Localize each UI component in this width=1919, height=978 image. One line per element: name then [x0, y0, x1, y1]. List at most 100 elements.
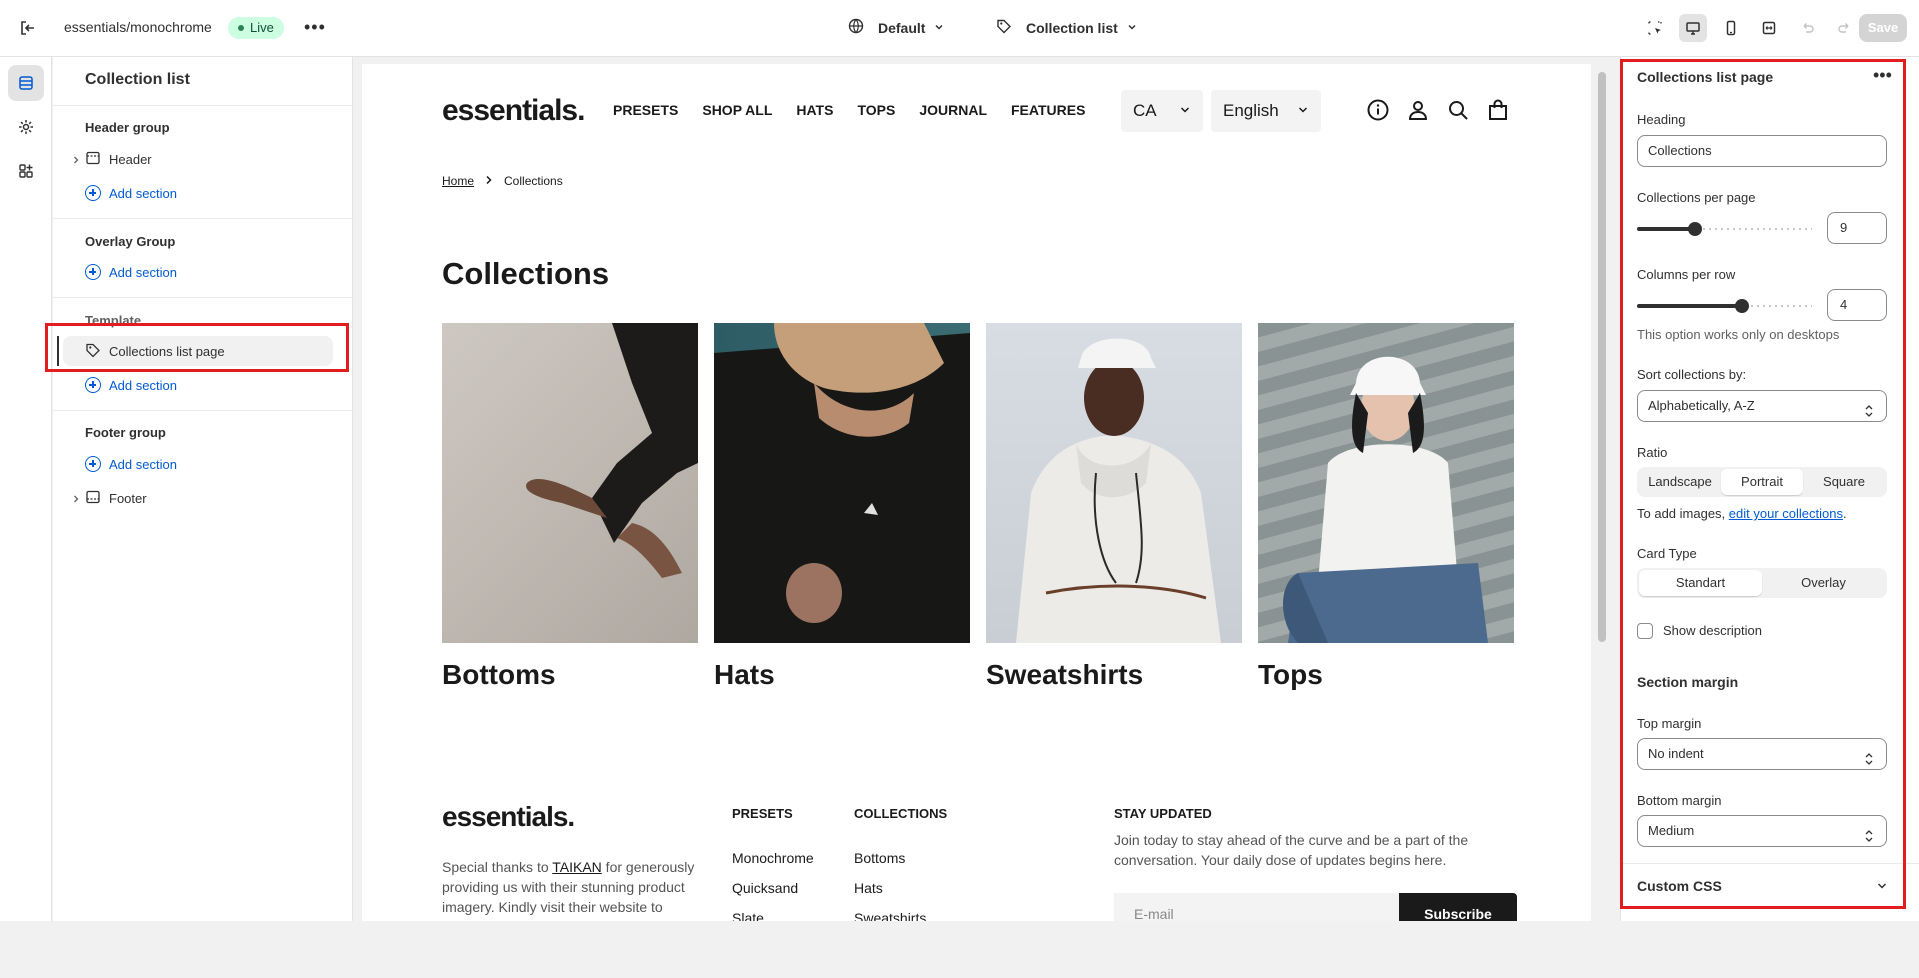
- breadcrumb-home[interactable]: Home: [442, 174, 474, 188]
- divider: [53, 297, 353, 298]
- collection-card[interactable]: Bottoms: [442, 323, 698, 691]
- sidebar-item-header[interactable]: Header: [74, 145, 152, 173]
- chevron-right-icon: [484, 174, 494, 188]
- theme-selector-label: Default: [878, 19, 926, 36]
- template-selector-label: Collection list: [1026, 19, 1118, 36]
- collection-name: Sweatshirts: [986, 659, 1144, 690]
- nav-link[interactable]: FEATURES: [1011, 102, 1085, 118]
- sidebar-item-label: Header: [109, 151, 152, 167]
- chevron-down-icon: [1126, 20, 1138, 36]
- breadcrumb-current: Collections: [504, 174, 563, 188]
- chevron-down-icon: [1179, 101, 1191, 121]
- highlight-box: [45, 323, 349, 372]
- add-circle-icon: [85, 185, 101, 201]
- highlight-box: [1620, 59, 1906, 909]
- theme-selector[interactable]: Default: [848, 18, 945, 37]
- store-logo[interactable]: essentials.: [442, 94, 585, 128]
- footer-link[interactable]: Bottoms: [854, 850, 905, 866]
- desktop-view-icon[interactable]: [1679, 14, 1707, 42]
- header-section-icon: [85, 150, 101, 169]
- globe-icon: [848, 18, 864, 37]
- collection-image: [1258, 323, 1514, 643]
- chevron-down-icon: [1297, 101, 1309, 121]
- sidebar-title: Collection list: [85, 71, 190, 88]
- footer-link[interactable]: Monochrome: [732, 850, 814, 866]
- add-section-button[interactable]: Add section: [85, 450, 177, 478]
- footer-section-icon: [85, 489, 101, 508]
- theme-settings-icon[interactable]: [8, 109, 44, 145]
- exit-icon[interactable]: [18, 18, 38, 38]
- footer-thanks-text: providing us with their stunning product: [442, 879, 685, 895]
- language-selector[interactable]: English: [1211, 90, 1321, 132]
- add-section-button[interactable]: Add section: [85, 371, 177, 399]
- inspector-icon[interactable]: [1641, 14, 1669, 42]
- top-bar: essentials/monochrome Live ••• Default C…: [0, 0, 1919, 57]
- add-section-button[interactable]: Add section: [85, 179, 177, 207]
- preview-scrollbar[interactable]: [1598, 72, 1606, 642]
- chevron-right-icon[interactable]: [71, 153, 81, 164]
- more-actions-button[interactable]: •••: [304, 17, 326, 38]
- mobile-view-icon[interactable]: [1717, 14, 1745, 42]
- add-section-label: Add section: [109, 456, 177, 472]
- nav-link[interactable]: HATS: [796, 102, 833, 118]
- country-selector[interactable]: CA: [1121, 90, 1203, 132]
- add-section-label: Add section: [109, 264, 177, 280]
- left-rail: [0, 57, 52, 921]
- overlay-group-title: Overlay Group: [85, 234, 176, 249]
- nav-link[interactable]: JOURNAL: [919, 102, 987, 118]
- subscribe-button[interactable]: Subscribe: [1399, 893, 1517, 921]
- footer-link[interactable]: Slate: [732, 910, 764, 921]
- redo-icon[interactable]: [1831, 14, 1859, 42]
- footer-thanks-text: for generously: [601, 859, 695, 875]
- account-icon[interactable]: [1406, 98, 1430, 122]
- footer-thanks-text: Special thanks to: [442, 859, 553, 875]
- undo-icon[interactable]: [1793, 14, 1821, 42]
- chevron-right-icon[interactable]: [71, 492, 81, 503]
- language-value: English: [1223, 101, 1279, 120]
- collection-image: [714, 323, 970, 643]
- collection-card[interactable]: Sweatshirts: [986, 323, 1242, 691]
- add-section-label: Add section: [109, 377, 177, 393]
- add-circle-icon: [85, 456, 101, 472]
- footer-link[interactable]: Quicksand: [732, 880, 798, 896]
- collection-name: Hats: [714, 659, 775, 690]
- divider: [53, 105, 353, 106]
- page-heading: Collections: [442, 256, 610, 291]
- nav-link[interactable]: SHOP ALL: [702, 102, 772, 118]
- sidebar-item-footer[interactable]: Footer: [74, 484, 147, 512]
- collection-card[interactable]: Tops: [1258, 323, 1514, 691]
- taikan-link[interactable]: TAIKAN: [552, 859, 602, 875]
- add-section-button[interactable]: Add section: [85, 258, 177, 286]
- footer-logo[interactable]: essentials.: [442, 801, 575, 833]
- collection-name: Bottoms: [442, 659, 556, 690]
- footer-collections-title: COLLECTIONS: [854, 806, 948, 821]
- template-selector[interactable]: Collection list: [996, 18, 1138, 37]
- footer-link[interactable]: Sweatshirts: [854, 910, 926, 921]
- footer-stay-title: STAY UPDATED: [1114, 806, 1212, 821]
- footer-link[interactable]: Hats: [854, 880, 883, 896]
- search-icon[interactable]: [1446, 98, 1470, 122]
- storefront-preview: essentials. PRESETS SHOP ALL HATS TOPS J…: [362, 64, 1591, 921]
- footer-thanks: Special thanks to TAIKAN for generously …: [442, 857, 694, 917]
- breadcrumb: Home Collections: [442, 174, 563, 188]
- save-button[interactable]: Save: [1859, 14, 1907, 42]
- tag-icon: [996, 18, 1012, 37]
- add-circle-icon: [85, 377, 101, 393]
- add-section-label: Add section: [109, 185, 177, 201]
- add-circle-icon: [85, 264, 101, 280]
- full-width-icon[interactable]: [1755, 14, 1783, 42]
- live-badge: Live: [228, 17, 284, 39]
- cart-icon[interactable]: [1486, 98, 1510, 122]
- apps-icon[interactable]: [8, 153, 44, 189]
- info-icon[interactable]: [1366, 98, 1390, 122]
- sections-icon[interactable]: [8, 65, 44, 101]
- sidebar-item-label: Footer: [109, 490, 147, 506]
- collection-image: [442, 323, 698, 643]
- collection-card[interactable]: Hats: [714, 323, 970, 691]
- nav-link[interactable]: PRESETS: [613, 102, 678, 118]
- email-input[interactable]: E-mail: [1114, 893, 1399, 921]
- footer-stay-line: Join today to stay ahead of the curve an…: [1114, 832, 1469, 848]
- divider: [53, 410, 353, 411]
- nav-link[interactable]: TOPS: [857, 102, 895, 118]
- header-group-title: Header group: [85, 120, 170, 135]
